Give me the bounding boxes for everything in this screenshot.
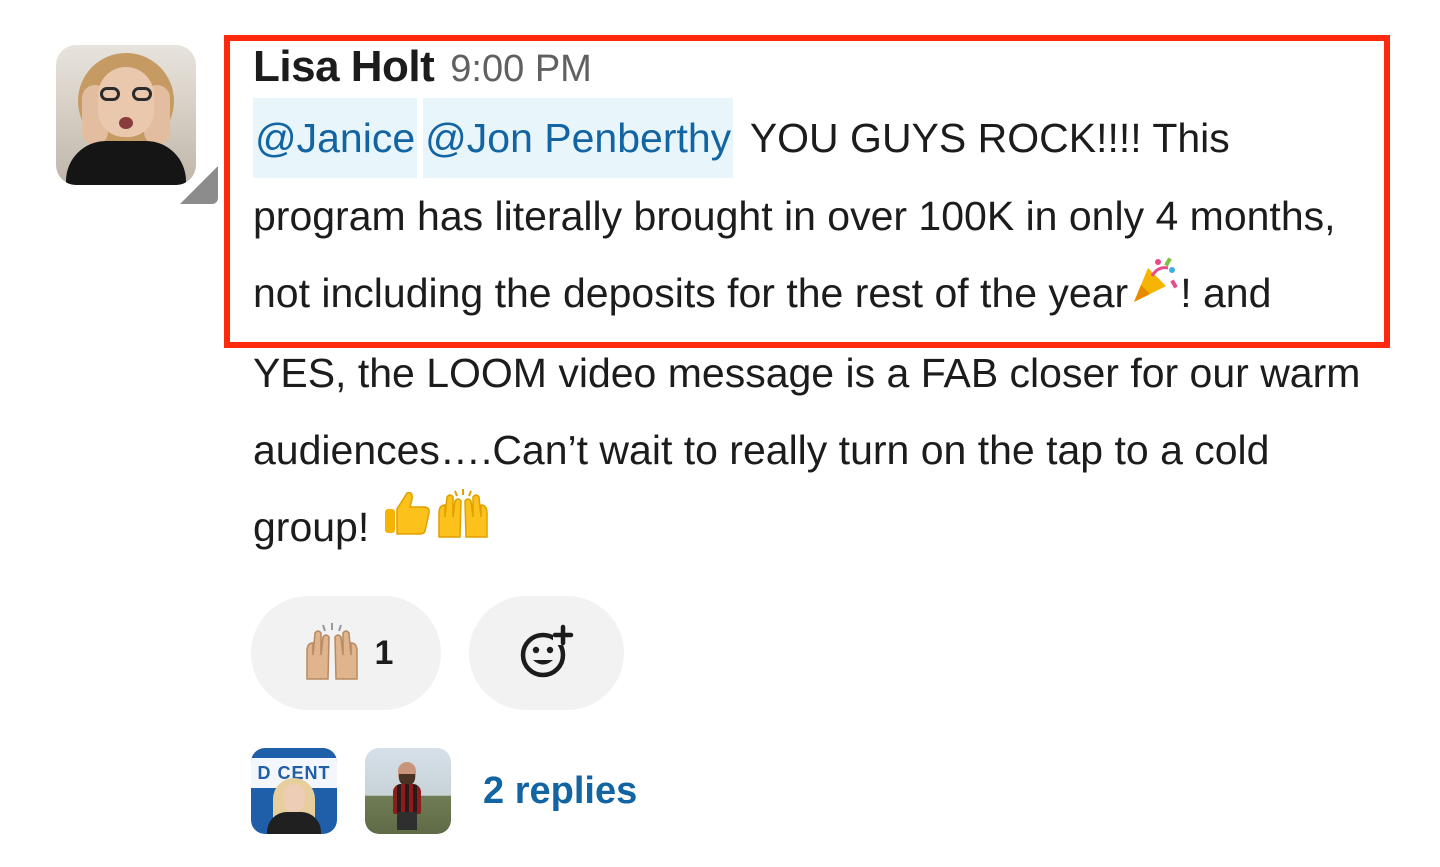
author-avatar[interactable] xyxy=(56,45,196,185)
raising-hands-icon xyxy=(433,487,493,564)
message-header: Lisa Holt 9:00 PM xyxy=(253,42,592,98)
mention-jon-penberthy[interactable]: @Jon Penberthy xyxy=(423,98,734,178)
thread-replies[interactable]: D CENT 2 replies xyxy=(251,748,637,834)
mention-janice[interactable]: @Janice xyxy=(253,98,418,178)
raising-hands-icon xyxy=(299,621,365,686)
author-name[interactable]: Lisa Holt xyxy=(253,42,435,92)
add-reaction-button[interactable] xyxy=(469,596,624,710)
reply-avatar-1[interactable]: D CENT xyxy=(251,748,337,834)
message-view: Lisa Holt 9:00 PM @Janice @Jon Penberthy … xyxy=(0,0,1440,867)
reaction-raising-hands[interactable]: 1 xyxy=(251,596,441,710)
reactions-bar: 1 xyxy=(251,596,624,710)
party-popper-icon xyxy=(1128,254,1180,331)
thumbs-up-icon xyxy=(381,487,433,564)
reaction-count: 1 xyxy=(374,633,394,672)
add-reaction-icon xyxy=(517,621,577,686)
reply-avatar-2[interactable] xyxy=(365,748,451,834)
glasses xyxy=(100,87,152,101)
replies-link[interactable]: 2 replies xyxy=(483,770,637,813)
avatar-corner-indicator xyxy=(180,166,218,204)
message-body: @Janice @Jon Penberthy YOU GUYS ROCK!!!! … xyxy=(253,98,1363,568)
message-timestamp[interactable]: 9:00 PM xyxy=(450,48,592,91)
